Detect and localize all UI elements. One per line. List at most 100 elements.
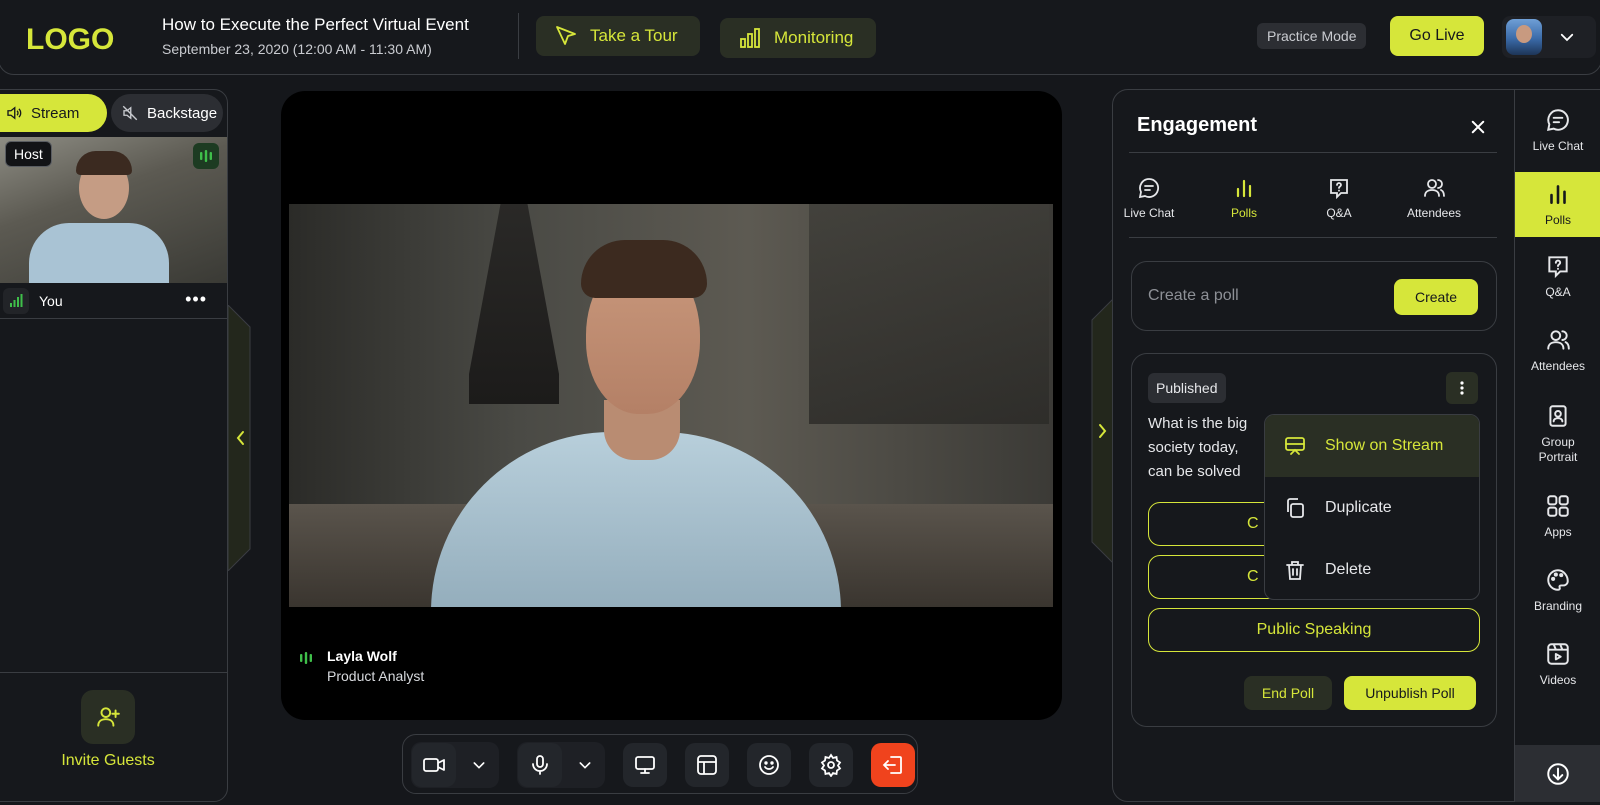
poll-question-line: can be solved <box>1148 463 1241 480</box>
rail-item-branding[interactable]: Branding <box>1515 567 1600 627</box>
microphone-button[interactable] <box>518 743 562 787</box>
cursor-icon <box>554 24 578 48</box>
rail-item-label: Live Chat <box>1532 139 1584 153</box>
rail-item-live-chat[interactable]: Live Chat <box>1515 107 1600 171</box>
question-icon <box>1545 253 1571 279</box>
rail-item-label: Branding <box>1533 599 1583 613</box>
rail-item-videos[interactable]: Videos <box>1515 641 1600 701</box>
chevron-down-icon <box>1558 28 1576 46</box>
rail-item-polls[interactable]: Polls <box>1515 172 1600 237</box>
menu-item-label: Delete <box>1325 561 1372 578</box>
cast-icon <box>1283 434 1307 458</box>
poll-options-button[interactable] <box>1446 372 1478 404</box>
create-poll-button[interactable]: Create <box>1394 279 1478 315</box>
close-button[interactable] <box>1465 114 1491 140</box>
speaker-icon <box>5 104 23 122</box>
collapse-right-panel-handle[interactable] <box>1090 298 1114 564</box>
rail-item-attendees[interactable]: Attendees <box>1515 327 1600 387</box>
unpublish-poll-button[interactable]: Unpublish Poll <box>1344 676 1476 710</box>
close-icon <box>1469 118 1487 136</box>
speaker-caption: Layla Wolf Product Analyst <box>297 648 424 684</box>
video-background-hood <box>469 204 559 404</box>
reactions-button[interactable] <box>747 743 791 787</box>
media-controls <box>402 734 918 794</box>
rail-item-qa[interactable]: Q&A <box>1515 253 1600 313</box>
add-user-icon <box>95 704 121 730</box>
poll-option[interactable]: Public Speaking <box>1148 608 1480 652</box>
end-poll-button[interactable]: End Poll <box>1244 676 1332 710</box>
menu-item-duplicate[interactable]: Duplicate <box>1265 477 1479 539</box>
rail-item-label: Attendees <box>1530 359 1586 373</box>
gear-icon <box>819 753 843 777</box>
collapse-left-panel-handle[interactable] <box>228 305 252 571</box>
camera-icon <box>422 753 446 777</box>
menu-item-label: Show on Stream <box>1325 437 1444 454</box>
take-a-tour-button[interactable]: Take a Tour <box>536 16 700 56</box>
take-a-tour-label: Take a Tour <box>590 26 678 45</box>
practice-mode-badge[interactable]: Practice Mode <box>1257 23 1367 49</box>
tab-live-chat[interactable]: Live Chat <box>1113 176 1194 222</box>
mute-icon <box>121 104 139 122</box>
leave-button[interactable] <box>871 743 915 787</box>
tab-polls[interactable]: Polls <box>1199 176 1289 222</box>
invite-guests-button[interactable] <box>81 690 135 744</box>
rail-item-label: Q&A <box>1545 285 1571 299</box>
tab-attendees[interactable]: Attendees <box>1389 176 1479 222</box>
stream-tab[interactable]: Stream <box>0 94 107 132</box>
camera-button[interactable] <box>412 743 456 787</box>
monitoring-button[interactable]: Monitoring <box>720 18 876 58</box>
top-bar: LOGO How to Execute the Perfect Virtual … <box>0 0 1600 75</box>
scroll-down-button[interactable] <box>1515 745 1600 802</box>
tools-rail: Live Chat Polls Q&A Attendees Group Port… <box>1514 89 1600 802</box>
stage: Layla Wolf Product Analyst <box>281 91 1062 720</box>
tab-label: Live Chat <box>1123 206 1175 220</box>
rail-item-label: Apps <box>1544 525 1572 539</box>
tab-qa[interactable]: Q&A <box>1294 176 1384 222</box>
status-badge: Published <box>1148 373 1226 403</box>
host-video-hair <box>76 151 132 175</box>
menu-item-delete[interactable]: Delete <box>1265 539 1479 599</box>
settings-button[interactable] <box>809 743 853 787</box>
avatar <box>1506 19 1542 55</box>
go-live-button[interactable]: Go Live <box>1390 16 1484 56</box>
participant-name: You <box>39 292 63 309</box>
screen-share-button[interactable] <box>623 743 667 787</box>
monitoring-label: Monitoring <box>774 28 854 47</box>
apps-icon <box>1545 493 1571 519</box>
menu-item-show-on-stream[interactable]: Show on Stream <box>1265 415 1479 477</box>
video-background-shelf <box>809 204 1049 424</box>
tab-label: Q&A <box>1326 206 1352 220</box>
bar-chart-icon <box>1232 176 1256 200</box>
bar-chart-icon <box>1545 181 1571 207</box>
logo: LOGO <box>26 23 114 53</box>
event-title: How to Execute the Perfect Virtual Event <box>162 15 469 34</box>
main-video-feed[interactable] <box>289 204 1053 607</box>
smiley-icon <box>757 753 781 777</box>
microphone-options-button[interactable] <box>571 743 599 787</box>
poll-question-line: society today, <box>1148 439 1239 456</box>
camera-group <box>411 742 499 788</box>
video-figure-hair <box>581 240 707 298</box>
monitor-icon <box>633 753 657 777</box>
tab-label: Attendees <box>1406 206 1462 220</box>
kebab-icon <box>1454 380 1470 396</box>
create-poll-input[interactable] <box>1148 284 1378 308</box>
user-menu[interactable] <box>1502 16 1596 58</box>
rail-item-apps[interactable]: Apps <box>1515 493 1600 553</box>
host-badge: Host <box>5 141 52 167</box>
camera-options-button[interactable] <box>465 743 493 787</box>
host-video-tile[interactable]: Host <box>0 137 227 283</box>
host-video-figure <box>29 223 169 283</box>
speaker-name: Layla Wolf <box>327 648 397 664</box>
layout-button[interactable] <box>685 743 729 787</box>
question-icon <box>1327 176 1351 200</box>
people-icon <box>1422 176 1446 200</box>
poll-question: What is the big society today, can be so… <box>1148 412 1272 484</box>
backstage-tab[interactable]: Backstage <box>111 94 223 132</box>
mic-group <box>517 742 605 788</box>
speaker-role: Product Analyst <box>327 668 425 684</box>
rail-item-group-portrait[interactable]: Group Portrait <box>1515 403 1600 479</box>
audio-level-icon <box>193 143 219 169</box>
more-options-icon[interactable]: ••• <box>185 289 207 310</box>
create-poll-bar: Create <box>1131 261 1497 331</box>
